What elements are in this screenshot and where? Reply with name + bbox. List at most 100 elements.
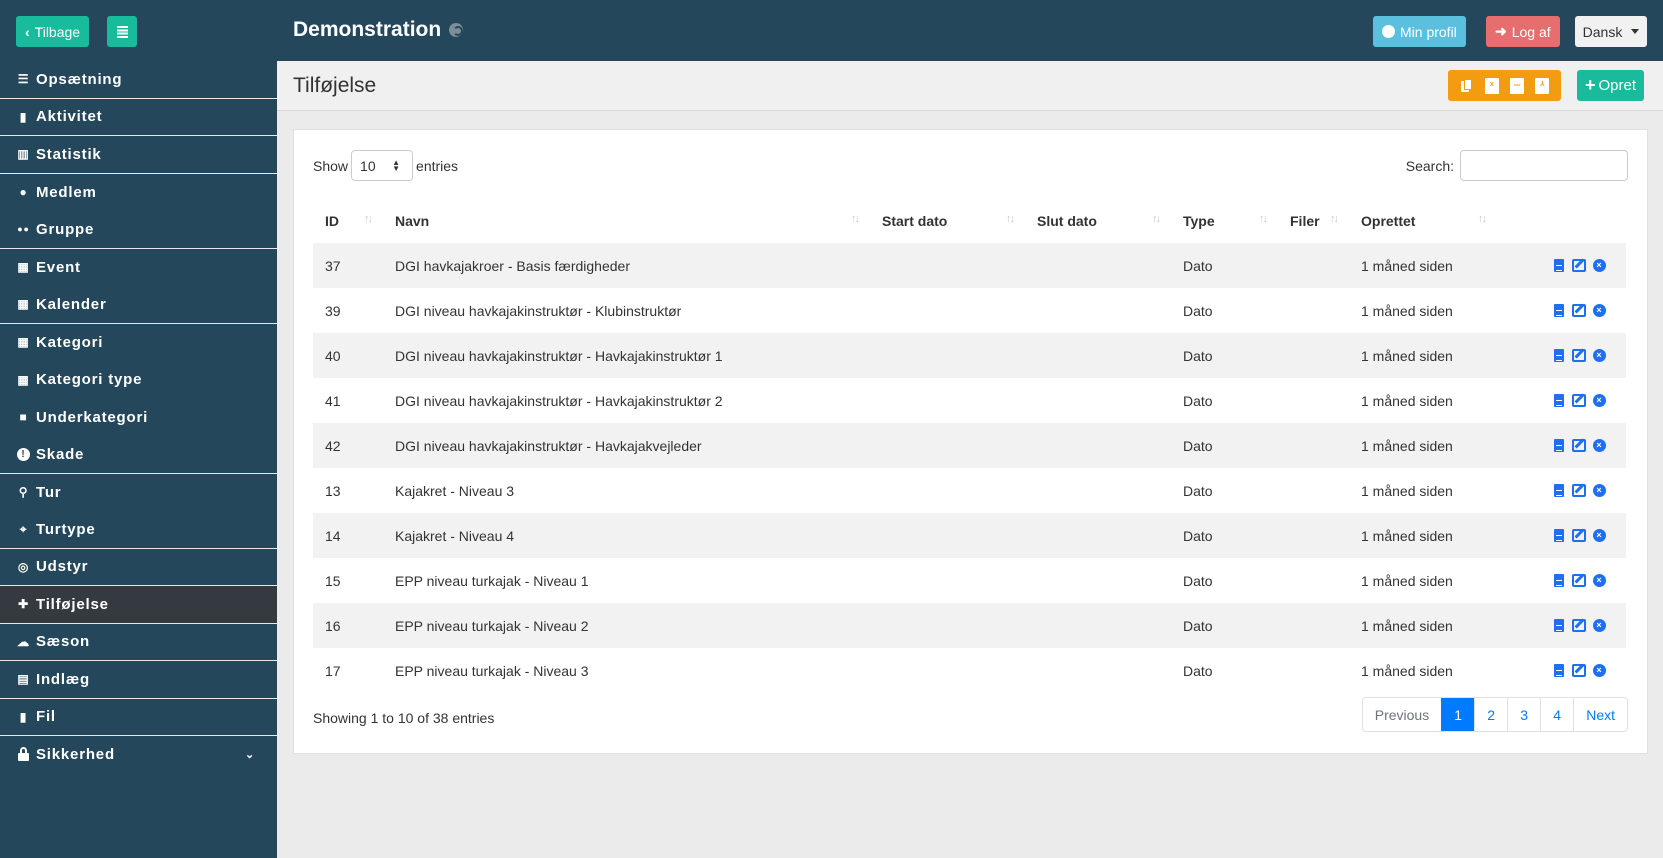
sidebar-item-aktivitet[interactable]: ▮ Aktivitet	[0, 99, 277, 136]
view-file-icon[interactable]	[1552, 259, 1566, 273]
sidebar-item-turtype[interactable]: ⌖ Turtype	[0, 511, 277, 549]
delete-icon[interactable]: ×	[1592, 394, 1606, 408]
edit-icon[interactable]	[1572, 439, 1586, 453]
cell-type: Dato	[1183, 437, 1213, 454]
profile-button[interactable]: Min profil	[1373, 16, 1466, 47]
sidebar-item-gruppe[interactable]: ●● Gruppe	[0, 211, 277, 249]
create-button[interactable]: + Opret	[1577, 70, 1645, 101]
actions-group: ×	[1509, 529, 1614, 543]
delete-icon[interactable]: ×	[1592, 664, 1606, 678]
back-button[interactable]: ‹ Tilbage	[16, 16, 90, 47]
actions-group: ×	[1509, 664, 1614, 678]
sidebar-item-statistik[interactable]: ▥ Statistik	[0, 136, 277, 174]
delete-icon[interactable]: ×	[1592, 529, 1606, 543]
sidebar-item-kategori-type[interactable]: ▦ Kategori type	[0, 361, 277, 399]
view-file-icon[interactable]	[1552, 304, 1566, 318]
cell-type: Dato	[1183, 347, 1213, 364]
sidebar-item-underkategori[interactable]: ■ Underkategori	[0, 399, 277, 437]
file-pdf-icon[interactable]: ⅄	[1535, 77, 1550, 94]
delete-icon[interactable]: ×	[1592, 484, 1606, 498]
copy-icon[interactable]	[1460, 78, 1474, 94]
column-header-id[interactable]: ID ↑↓	[313, 198, 383, 243]
edit-icon[interactable]	[1572, 259, 1586, 273]
menu-toggle-button[interactable]	[107, 16, 137, 47]
file-excel-icon[interactable]: x	[1484, 77, 1499, 94]
delete-icon[interactable]: ×	[1592, 619, 1606, 633]
plus-icon: +	[1585, 75, 1596, 95]
edit-icon[interactable]	[1572, 349, 1586, 363]
search-input[interactable]	[1460, 150, 1628, 181]
edit-icon[interactable]	[1572, 394, 1586, 408]
column-header-oprettet[interactable]: Oprettet ↑↓	[1349, 198, 1497, 243]
cell-start	[870, 288, 1025, 333]
column-header-slut-dato[interactable]: Slut dato ↑↓	[1025, 198, 1171, 243]
sidebar-item-tilfojelse[interactable]: ✚ Tilføjelse	[0, 586, 277, 624]
page-button-3[interactable]: 3	[1507, 698, 1540, 731]
sort-arrows-icon: ▲ ▼	[392, 158, 401, 173]
view-file-icon[interactable]	[1552, 664, 1566, 678]
page-title: Tilføjelse	[293, 74, 377, 97]
cell-oprettet: 1 måned siden	[1361, 617, 1453, 634]
view-file-icon[interactable]	[1552, 574, 1566, 588]
edit-icon[interactable]	[1572, 619, 1586, 633]
language-dropdown[interactable]: Dansk	[1575, 16, 1647, 47]
cell-filer	[1278, 423, 1349, 468]
column-header-start-dato[interactable]: Start dato ↑↓	[870, 198, 1025, 243]
cell-slut	[1025, 243, 1171, 288]
file-csv-icon[interactable]: csv	[1510, 77, 1525, 94]
edit-icon[interactable]	[1572, 529, 1586, 543]
edit-icon[interactable]	[1572, 574, 1586, 588]
column-header-type[interactable]: Type ↑↓	[1171, 198, 1278, 243]
sidebar-item-tur[interactable]: ⚲ Tur	[0, 474, 277, 512]
globe-icon[interactable]	[449, 23, 464, 37]
chevron-down-icon[interactable]: ⌄	[245, 748, 255, 761]
view-file-icon[interactable]	[1552, 619, 1566, 633]
view-file-icon[interactable]	[1552, 349, 1566, 363]
view-file-icon[interactable]	[1552, 439, 1566, 453]
delete-icon[interactable]: ×	[1592, 349, 1606, 363]
cell-oprettet: 1 måned siden	[1361, 347, 1453, 364]
table-row: 14 Kajakret - Niveau 4 Dato 1 måned siden ×	[313, 513, 1626, 558]
edit-icon[interactable]	[1572, 484, 1586, 498]
sidebar-item-udstyr[interactable]: ◎ Udstyr	[0, 549, 277, 586]
previous-button[interactable]: Previous	[1363, 698, 1441, 731]
sidebar-item-medlem[interactable]: ● Medlem	[0, 174, 277, 212]
next-button[interactable]: Next	[1573, 698, 1627, 731]
edit-icon[interactable]	[1572, 304, 1586, 318]
chevron-left-icon: ‹	[25, 23, 30, 40]
sidebar-item-opsaetning[interactable]: ☰ Opsætning	[0, 61, 277, 99]
page-size-select[interactable]: 10 ▲ ▼	[351, 150, 414, 181]
sidebar-item-saeson[interactable]: ☁ Sæson	[0, 624, 277, 661]
sidebar-item-fil[interactable]: ▮ Fil	[0, 699, 277, 736]
cell-id: 41	[325, 392, 341, 409]
page-button-1[interactable]: 1	[1441, 698, 1475, 731]
view-file-icon[interactable]	[1552, 529, 1566, 543]
sidebar-item-sikkerhed[interactable]: Sikkerhed ⌄	[0, 736, 277, 774]
cell-start	[870, 558, 1025, 603]
view-file-icon[interactable]	[1552, 394, 1566, 408]
sidebar-item-indlaeg[interactable]: ▤ Indlæg	[0, 661, 277, 699]
delete-icon[interactable]: ×	[1592, 439, 1606, 453]
column-header-filer[interactable]: Filer ↑↓	[1278, 198, 1349, 243]
sidebar-item-kategori[interactable]: ▦ Kategori	[0, 324, 277, 362]
sidebar-item-kalender[interactable]: ▦ Kalender	[0, 286, 277, 324]
delete-icon[interactable]: ×	[1592, 259, 1606, 273]
table-row: 16 EPP niveau turkajak - Niveau 2 Dato 1 må…	[313, 603, 1626, 648]
exclamation-circle-icon: !	[16, 447, 31, 461]
logout-button[interactable]: ➜ Log af	[1486, 16, 1560, 47]
cell-slut	[1025, 603, 1171, 648]
page-button-2[interactable]: 2	[1474, 698, 1507, 731]
sidebar-item-skade[interactable]: ! Skade	[0, 436, 277, 474]
edit-icon[interactable]	[1572, 664, 1586, 678]
sort-icon: ↑↓	[1478, 213, 1487, 225]
delete-icon[interactable]: ×	[1592, 574, 1606, 588]
view-file-icon[interactable]	[1552, 484, 1566, 498]
cell-oprettet: 1 måned siden	[1361, 572, 1453, 589]
column-header-navn[interactable]: Navn ↑↓	[383, 198, 870, 243]
cell-filer	[1278, 378, 1349, 423]
page-button-4[interactable]: 4	[1540, 698, 1573, 731]
row-actions: ×	[1497, 243, 1626, 288]
square-icon: ■	[19, 410, 28, 425]
sidebar-item-event[interactable]: ▦ Event	[0, 249, 277, 287]
delete-icon[interactable]: ×	[1592, 304, 1606, 318]
